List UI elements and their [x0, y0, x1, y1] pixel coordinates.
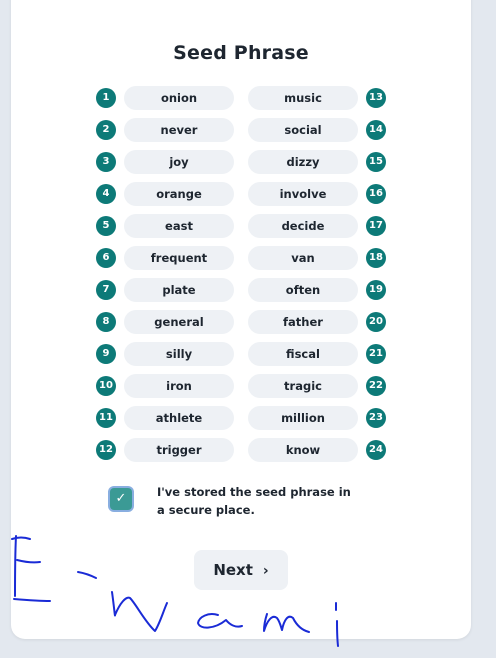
seed-word: tragic	[248, 374, 358, 398]
seed-word: father	[248, 310, 358, 334]
seed-word: decide	[248, 214, 358, 238]
word-number: 8	[96, 312, 116, 332]
word-number: 18	[366, 248, 386, 268]
checkmark-icon: ✓	[115, 491, 127, 506]
next-button[interactable]: Next ›	[194, 550, 288, 590]
word-number: 17	[366, 216, 386, 236]
seed-word: often	[248, 278, 358, 302]
word-number: 20	[366, 312, 386, 332]
seed-word: fiscal	[248, 342, 358, 366]
seed-word: social	[248, 118, 358, 142]
seed-word: dizzy	[248, 150, 358, 174]
word-number: 16	[366, 184, 386, 204]
next-button-label: Next	[213, 561, 253, 579]
seed-word: never	[124, 118, 234, 142]
seed-word: general	[124, 310, 234, 334]
word-number: 4	[96, 184, 116, 204]
seed-word: know	[248, 438, 358, 462]
word-number: 12	[96, 440, 116, 460]
seed-word: plate	[124, 278, 234, 302]
seed-word: van	[248, 246, 358, 270]
seed-phrase-card	[11, 0, 471, 639]
seed-word: orange	[124, 182, 234, 206]
seed-word: frequent	[124, 246, 234, 270]
seed-word: iron	[124, 374, 234, 398]
chevron-right-icon: ›	[262, 563, 269, 579]
seed-word: silly	[124, 342, 234, 366]
word-number: 24	[366, 440, 386, 460]
word-number: 19	[366, 280, 386, 300]
word-number: 1	[96, 88, 116, 108]
word-number: 11	[96, 408, 116, 428]
word-number: 7	[96, 280, 116, 300]
confirm-label: I've stored the seed phrase in a secure …	[157, 485, 351, 517]
word-number: 22	[366, 376, 386, 396]
word-number: 5	[96, 216, 116, 236]
word-number: 2	[96, 120, 116, 140]
word-number: 9	[96, 344, 116, 364]
seed-word: music	[248, 86, 358, 110]
seed-word: east	[124, 214, 234, 238]
word-number: 15	[366, 152, 386, 172]
word-number: 3	[96, 152, 116, 172]
word-number: 14	[366, 120, 386, 140]
word-number: 10	[96, 376, 116, 396]
confirm-checkbox[interactable]: ✓	[110, 488, 132, 510]
word-number: 13	[366, 88, 386, 108]
word-number: 23	[366, 408, 386, 428]
seed-word: athlete	[124, 406, 234, 430]
seed-word: involve	[248, 182, 358, 206]
seed-word: million	[248, 406, 358, 430]
seed-word: joy	[124, 150, 234, 174]
word-number: 6	[96, 248, 116, 268]
word-number: 21	[366, 344, 386, 364]
seed-word: trigger	[124, 438, 234, 462]
seed-word: onion	[124, 86, 234, 110]
page-title: Seed Phrase	[173, 42, 309, 64]
